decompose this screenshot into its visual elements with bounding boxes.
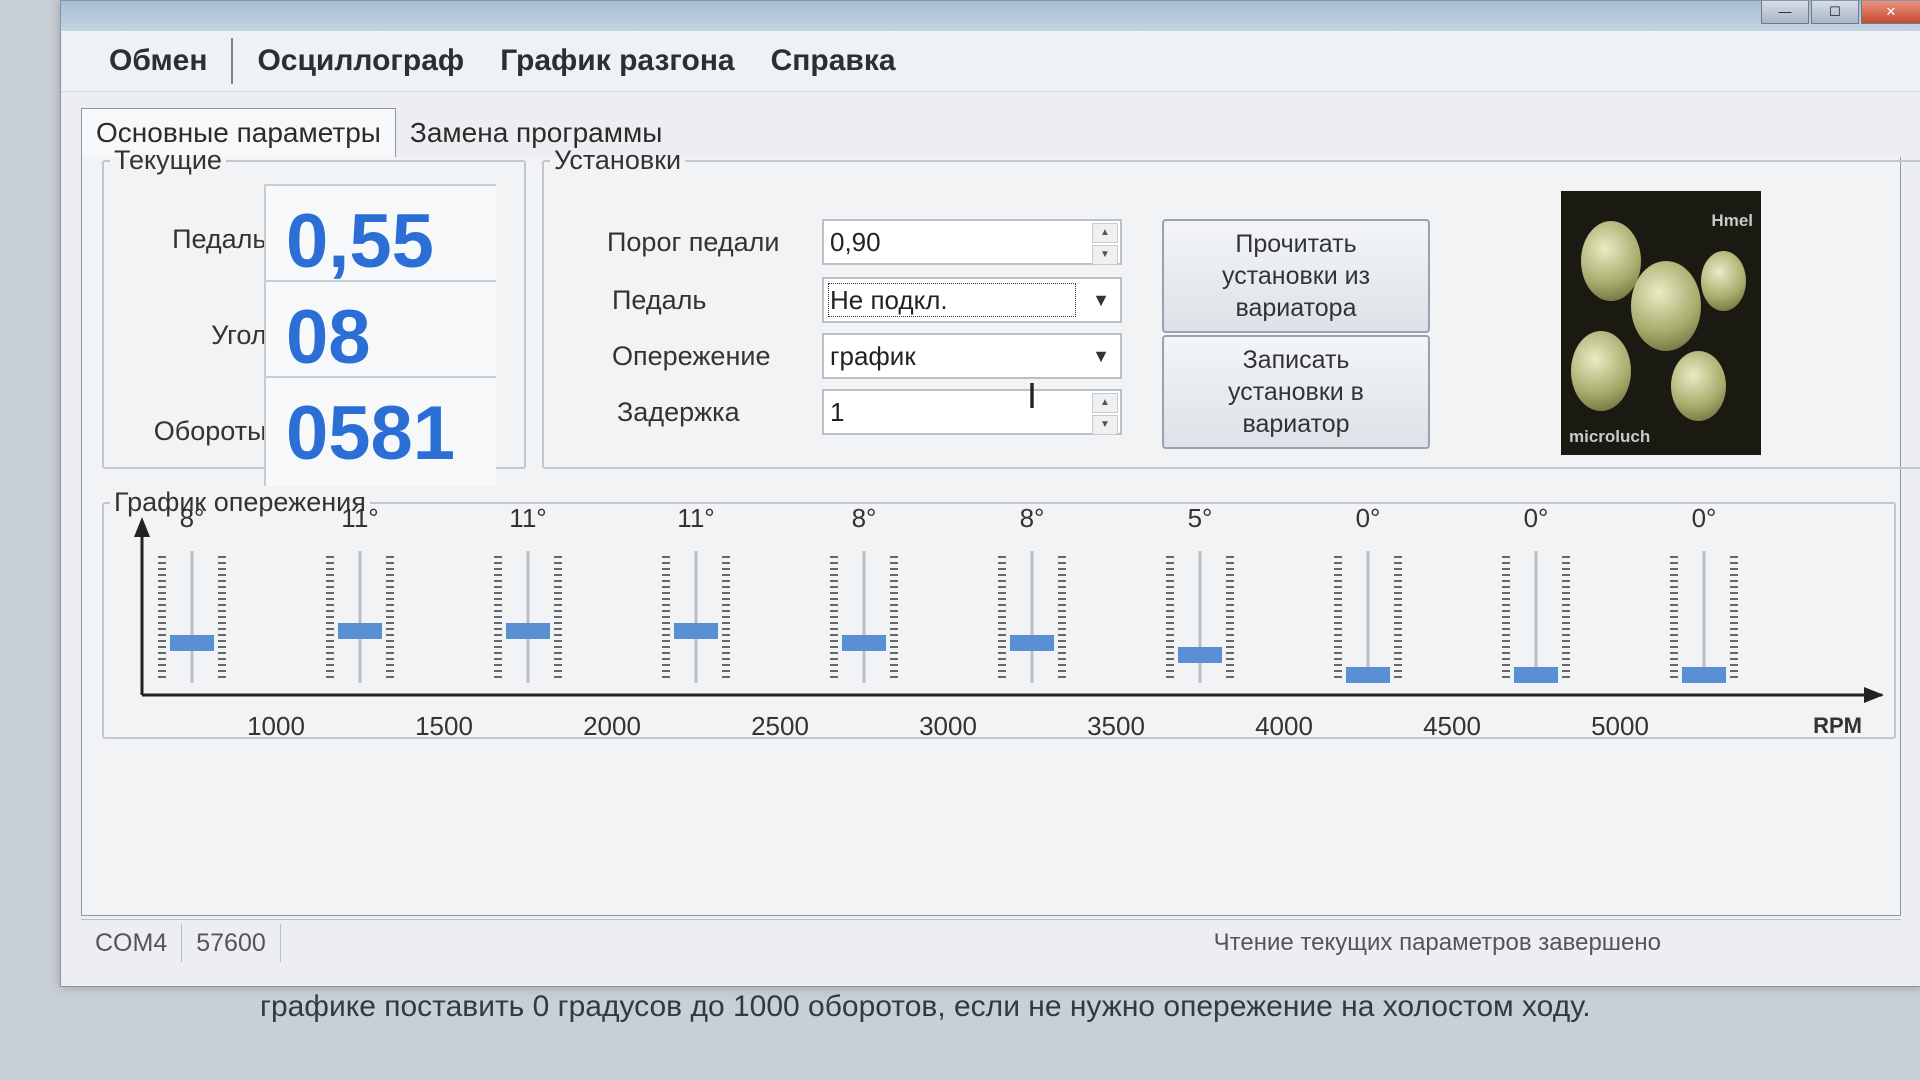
slider-thumb-9[interactable] <box>1682 667 1726 683</box>
status-baud: 57600 <box>182 924 281 962</box>
slider-thumb-8[interactable] <box>1514 667 1558 683</box>
slider-label-1: 11° <box>341 503 378 533</box>
slider-thumb-0[interactable] <box>170 635 214 651</box>
x-tick-label-2: 2000 <box>583 711 641 741</box>
slider-label-0: 8° <box>180 503 205 533</box>
x-tick-label-0: 1000 <box>247 711 305 741</box>
slider-label-5: 8° <box>1020 503 1045 533</box>
slider-label-2: 11° <box>509 503 546 533</box>
slider-thumb-2[interactable] <box>506 623 550 639</box>
image-caption-top: Hmel <box>1711 211 1753 230</box>
menu-bar: Обмен Осциллограф График разгона Справка <box>61 31 1920 92</box>
menu-exchange[interactable]: Обмен <box>91 44 225 78</box>
x-tick-label-4: 3000 <box>919 711 977 741</box>
menu-acceleration-chart[interactable]: График разгона <box>482 44 752 78</box>
slider-thumb-3[interactable] <box>674 623 718 639</box>
slider-thumb-4[interactable] <box>842 635 886 651</box>
main-window: — ☐ ✕ Обмен Осциллограф График разгона С… <box>60 0 1920 987</box>
status-bar: COM4 57600 Чтение текущих параметров зав… <box>81 919 1901 966</box>
hops-image: Hmel microluch <box>1561 191 1761 455</box>
slider-thumb-5[interactable] <box>1010 635 1054 651</box>
x-tick-label-8: 5000 <box>1591 711 1649 741</box>
menu-help[interactable]: Справка <box>753 44 914 78</box>
x-tick-label-5: 3500 <box>1087 711 1145 741</box>
image-caption-bottom: microluch <box>1569 427 1651 446</box>
y-axis-arrow <box>134 517 150 537</box>
caption-text: графике поставить 0 градусов до 1000 обо… <box>260 990 1591 1023</box>
minimize-icon[interactable]: — <box>1761 1 1809 24</box>
x-tick-label-7: 4500 <box>1423 711 1481 741</box>
slider-label-4: 8° <box>852 503 877 533</box>
slider-thumb-1[interactable] <box>338 623 382 639</box>
x-axis-label: RPM <box>1813 713 1862 738</box>
slider-label-7: 0° <box>1356 503 1381 533</box>
slider-thumb-6[interactable] <box>1178 647 1222 663</box>
slider-thumb-7[interactable] <box>1346 667 1390 683</box>
menu-oscilloscope[interactable]: Осциллограф <box>239 44 482 78</box>
status-message: Чтение текущих параметров завершено <box>1213 929 1661 956</box>
x-axis-arrow <box>1864 687 1884 703</box>
menu-separator <box>231 38 234 84</box>
slider-label-9: 0° <box>1692 503 1717 533</box>
x-tick-label-3: 2500 <box>751 711 809 741</box>
slider-label-8: 0° <box>1524 503 1549 533</box>
maximize-icon[interactable]: ☐ <box>1811 1 1859 24</box>
title-bar: — ☐ ✕ <box>61 1 1920 31</box>
slider-label-3: 11° <box>677 503 714 533</box>
window-controls: — ☐ ✕ <box>1759 1 1920 24</box>
close-icon[interactable]: ✕ <box>1861 1 1920 24</box>
slider-label-6: 5° <box>1188 503 1213 533</box>
x-tick-label-1: 1500 <box>415 711 473 741</box>
x-tick-label-6: 4000 <box>1255 711 1313 741</box>
status-port: COM4 <box>81 924 183 962</box>
